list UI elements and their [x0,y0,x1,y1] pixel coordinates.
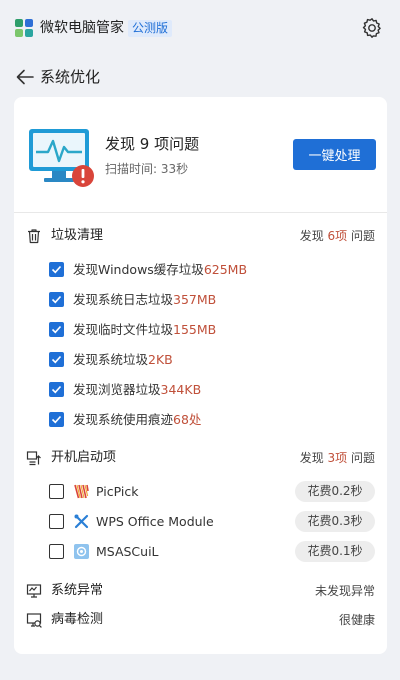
system-error-status: 未发现异常 [314,584,375,598]
startup-item: MSASCuiL 花费0.1秒 [14,541,387,562]
virus-check-title: 病毒检测 [51,612,104,627]
scan-result-title: 发现 9 项问题 [105,135,200,153]
virus-check-row: 病毒检测 很健康 [14,609,387,631]
junk-item-label: 发现Windows缓存垃圾625MB [73,262,248,277]
startup-item-name: PicPick [96,484,139,499]
system-error-row: 系统异常 未发现异常 [14,580,387,602]
junk-item: 发现Windows缓存垃圾625MB [14,260,387,280]
junk-item: 发现系统日志垃圾357MB [14,290,387,310]
startup-item: WPS Office Module 花费0.3秒 [14,511,387,532]
startup-item-checkbox[interactable] [49,544,64,559]
startup-icon [26,451,41,466]
junk-item-checkbox[interactable] [49,412,64,427]
page-title: 系统优化 [40,68,101,86]
wps-tools-icon [74,514,89,529]
title-bar: 微软电脑管家 公测版 [0,0,400,56]
back-arrow-icon[interactable] [14,66,36,88]
junk-item-label: 发现系统日志垃圾357MB [73,292,217,307]
junk-item-checkbox[interactable] [49,262,64,277]
junk-item: 发现浏览器垃圾344KB [14,380,387,400]
junk-item-checkbox[interactable] [49,322,64,337]
system-error-title: 系统异常 [51,583,104,598]
divider [14,212,387,213]
picpick-icon [74,484,89,499]
startup-time-badge: 花费0.3秒 [295,511,375,532]
junk-item-label: 发现系统垃圾2KB [73,352,173,367]
optimization-panel: 发现 9 项问题 扫描时间: 33秒 一键处理 垃圾清理 发现 6项 问题 发现… [14,97,387,654]
beta-badge: 公测版 [128,20,173,37]
junk-item: 发现系统使用痕迹68处 [14,410,387,430]
app-logo-icon [15,19,33,37]
startup-issue-summary: 发现 3项 问题 [299,451,375,465]
junk-item: 发现系统垃圾2KB [14,350,387,370]
startup-item-name: MSASCuiL [96,544,159,559]
system-error-icon [26,584,42,598]
junk-item-label: 发现系统使用痕迹68处 [73,412,202,427]
scan-time: 扫描时间: 33秒 [105,162,189,176]
junk-item: 发现临时文件垃圾155MB [14,320,387,340]
app-title: 微软电脑管家 [40,20,124,36]
startup-item: PicPick 花费0.2秒 [14,481,387,502]
startup-item-name: WPS Office Module [96,514,214,529]
junk-item-label: 发现临时文件垃圾155MB [73,322,217,337]
startup-item-checkbox[interactable] [49,514,64,529]
junk-item-checkbox[interactable] [49,352,64,367]
trash-icon [28,229,40,244]
monitor-warning-icon [29,129,94,187]
junk-item-checkbox[interactable] [49,292,64,307]
junk-cleanup-title: 垃圾清理 [51,228,104,243]
startup-items-header: 开机启动项 发现 3项 问题 [14,447,387,469]
startup-item-checkbox[interactable] [49,484,64,499]
virus-check-status: 很健康 [338,613,375,627]
settings-gear-icon[interactable] [360,16,384,40]
startup-time-badge: 花费0.1秒 [295,541,375,562]
startup-items-title: 开机启动项 [51,450,117,465]
msascuil-icon [74,544,89,559]
virus-scan-icon [26,613,42,628]
junk-item-label: 发现浏览器垃圾344KB [73,382,202,397]
junk-issue-summary: 发现 6项 问题 [299,229,375,243]
junk-item-checkbox[interactable] [49,382,64,397]
fix-all-button[interactable]: 一键处理 [293,139,376,170]
junk-cleanup-header: 垃圾清理 发现 6项 问题 [14,225,387,247]
startup-time-badge: 花费0.2秒 [295,481,375,502]
